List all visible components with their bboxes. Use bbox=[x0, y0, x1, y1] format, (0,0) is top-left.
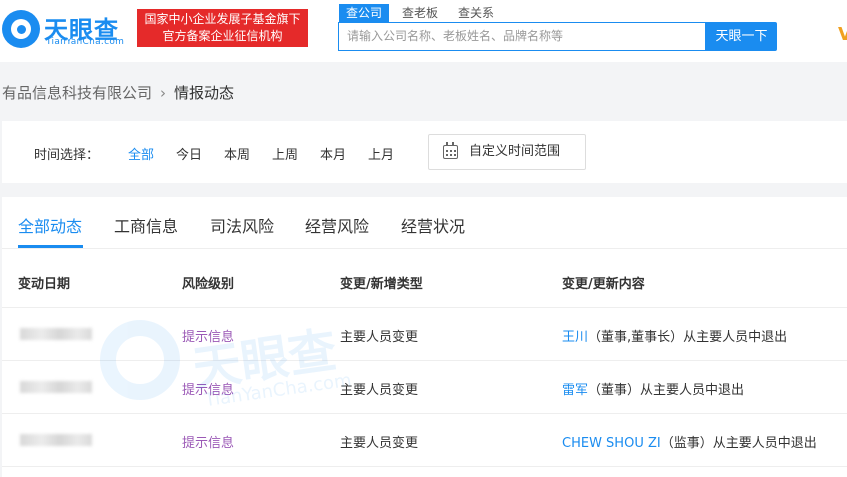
badge-line-1: 国家中小企业发展子基金旗下 bbox=[144, 12, 301, 26]
col-change-content: 变更/更新内容 bbox=[562, 277, 645, 292]
blurred-date bbox=[20, 381, 92, 393]
blurred-date bbox=[20, 434, 92, 446]
change-action: 从主要人员中退出 bbox=[712, 436, 817, 451]
chevron-right-icon: › bbox=[160, 83, 167, 102]
certification-badge: 国家中小企业发展子基金旗下 官方备案企业征信机构 bbox=[137, 9, 308, 47]
tab-operation-risk[interactable]: 经营风险 bbox=[305, 213, 369, 237]
col-date: 变动日期 bbox=[18, 277, 71, 292]
time-filter-label: 时间选择： bbox=[34, 148, 100, 163]
change-type: 主要人员变更 bbox=[340, 383, 419, 398]
time-filter-card: 时间选择： 全部 今日 本周 上周 本月 上月 自定义时间范围 bbox=[2, 121, 847, 183]
change-action: 从主要人员中退出 bbox=[640, 383, 745, 398]
breadcrumb-current: 情报动态 bbox=[174, 84, 235, 102]
tab-business-info[interactable]: 工商信息 bbox=[114, 213, 178, 237]
table-row: 提示信息 主要人员变更 王川（董事,董事长）从主要人员中退出 bbox=[2, 308, 847, 361]
eye-logo-icon bbox=[2, 10, 40, 48]
person-link[interactable]: 王川 bbox=[562, 330, 588, 345]
tab-judicial-risk[interactable]: 司法风险 bbox=[210, 213, 274, 237]
person-link[interactable]: CHEW SHOU ZI bbox=[562, 436, 661, 451]
filter-last-week[interactable]: 上周 bbox=[272, 144, 298, 163]
filter-this-month[interactable]: 本月 bbox=[320, 144, 346, 163]
filter-this-week[interactable]: 本周 bbox=[224, 144, 250, 163]
search-input[interactable]: 请输入公司名称、老板姓名、品牌名称等 bbox=[338, 22, 706, 51]
search-tabs: 查公司 查老板 查关系 bbox=[339, 4, 507, 22]
search-button[interactable]: 天眼一下 bbox=[706, 22, 777, 51]
col-change-type: 变更/新增类型 bbox=[340, 277, 423, 292]
blurred-date bbox=[20, 328, 92, 340]
person-link[interactable]: 雷军 bbox=[562, 383, 588, 398]
top-header: 天眼查 TianYanCha.com 国家中小企业发展子基金旗下 官方备案企业征… bbox=[0, 0, 847, 62]
search-tab-boss[interactable]: 查老板 bbox=[395, 4, 445, 22]
logo-domain: TianYanCha.com bbox=[46, 37, 125, 47]
risk-level: 提示信息 bbox=[182, 383, 235, 398]
change-content: 雷军（董事）从主要人员中退出 bbox=[562, 379, 744, 398]
badge-line-2: 官方备案企业征信机构 bbox=[162, 29, 283, 43]
table-header: 变动日期 风险级别 变更/新增类型 变更/更新内容 bbox=[2, 249, 847, 308]
change-type: 主要人员变更 bbox=[340, 330, 419, 345]
tab-all-dynamics[interactable]: 全部动态 bbox=[18, 213, 82, 237]
search-tab-company[interactable]: 查公司 bbox=[339, 4, 390, 22]
tab-operation-status[interactable]: 经营状况 bbox=[401, 213, 465, 237]
table-row: 提示信息 主要人员变更 CHEW SHOU ZI（监事）从主要人员中退出 bbox=[2, 414, 847, 467]
change-content: CHEW SHOU ZI（监事）从主要人员中退出 bbox=[562, 432, 817, 451]
person-role: （监事） bbox=[660, 436, 713, 451]
change-content: 王川（董事,董事长）从主要人员中退出 bbox=[562, 326, 787, 345]
change-action: 从主要人员中退出 bbox=[683, 330, 788, 345]
calendar-icon bbox=[443, 142, 458, 159]
col-risk-level: 风险级别 bbox=[182, 277, 235, 292]
logo[interactable]: 天眼查 TianYanCha.com bbox=[2, 6, 130, 50]
search-tab-relation[interactable]: 查关系 bbox=[451, 4, 501, 22]
change-type: 主要人员变更 bbox=[340, 436, 419, 451]
custom-range-label: 自定义时间范围 bbox=[469, 144, 561, 159]
risk-level: 提示信息 bbox=[182, 436, 235, 451]
breadcrumb-company[interactable]: 有品信息科技有限公司 bbox=[2, 82, 152, 103]
filter-today[interactable]: 今日 bbox=[176, 144, 202, 163]
vip-link[interactable]: V bbox=[838, 24, 847, 45]
filter-last-month[interactable]: 上月 bbox=[368, 144, 394, 163]
person-role: （董事,董事长） bbox=[588, 330, 684, 345]
category-tabs: 全部动态 工商信息 司法风险 经营风险 经营状况 bbox=[2, 197, 847, 249]
custom-range-button[interactable]: 自定义时间范围 bbox=[428, 134, 586, 170]
person-role: （董事） bbox=[588, 383, 641, 398]
risk-level: 提示信息 bbox=[182, 330, 235, 345]
dynamics-card: 全部动态 工商信息 司法风险 经营风险 经营状况 变动日期 风险级别 变更/新增… bbox=[2, 197, 847, 477]
filter-all[interactable]: 全部 bbox=[128, 144, 154, 163]
active-tab-indicator bbox=[18, 245, 83, 248]
breadcrumb: 有品信息科技有限公司 › 情报动态 bbox=[2, 82, 234, 103]
table-row: 提示信息 主要人员变更 雷军（董事）从主要人员中退出 bbox=[2, 361, 847, 414]
